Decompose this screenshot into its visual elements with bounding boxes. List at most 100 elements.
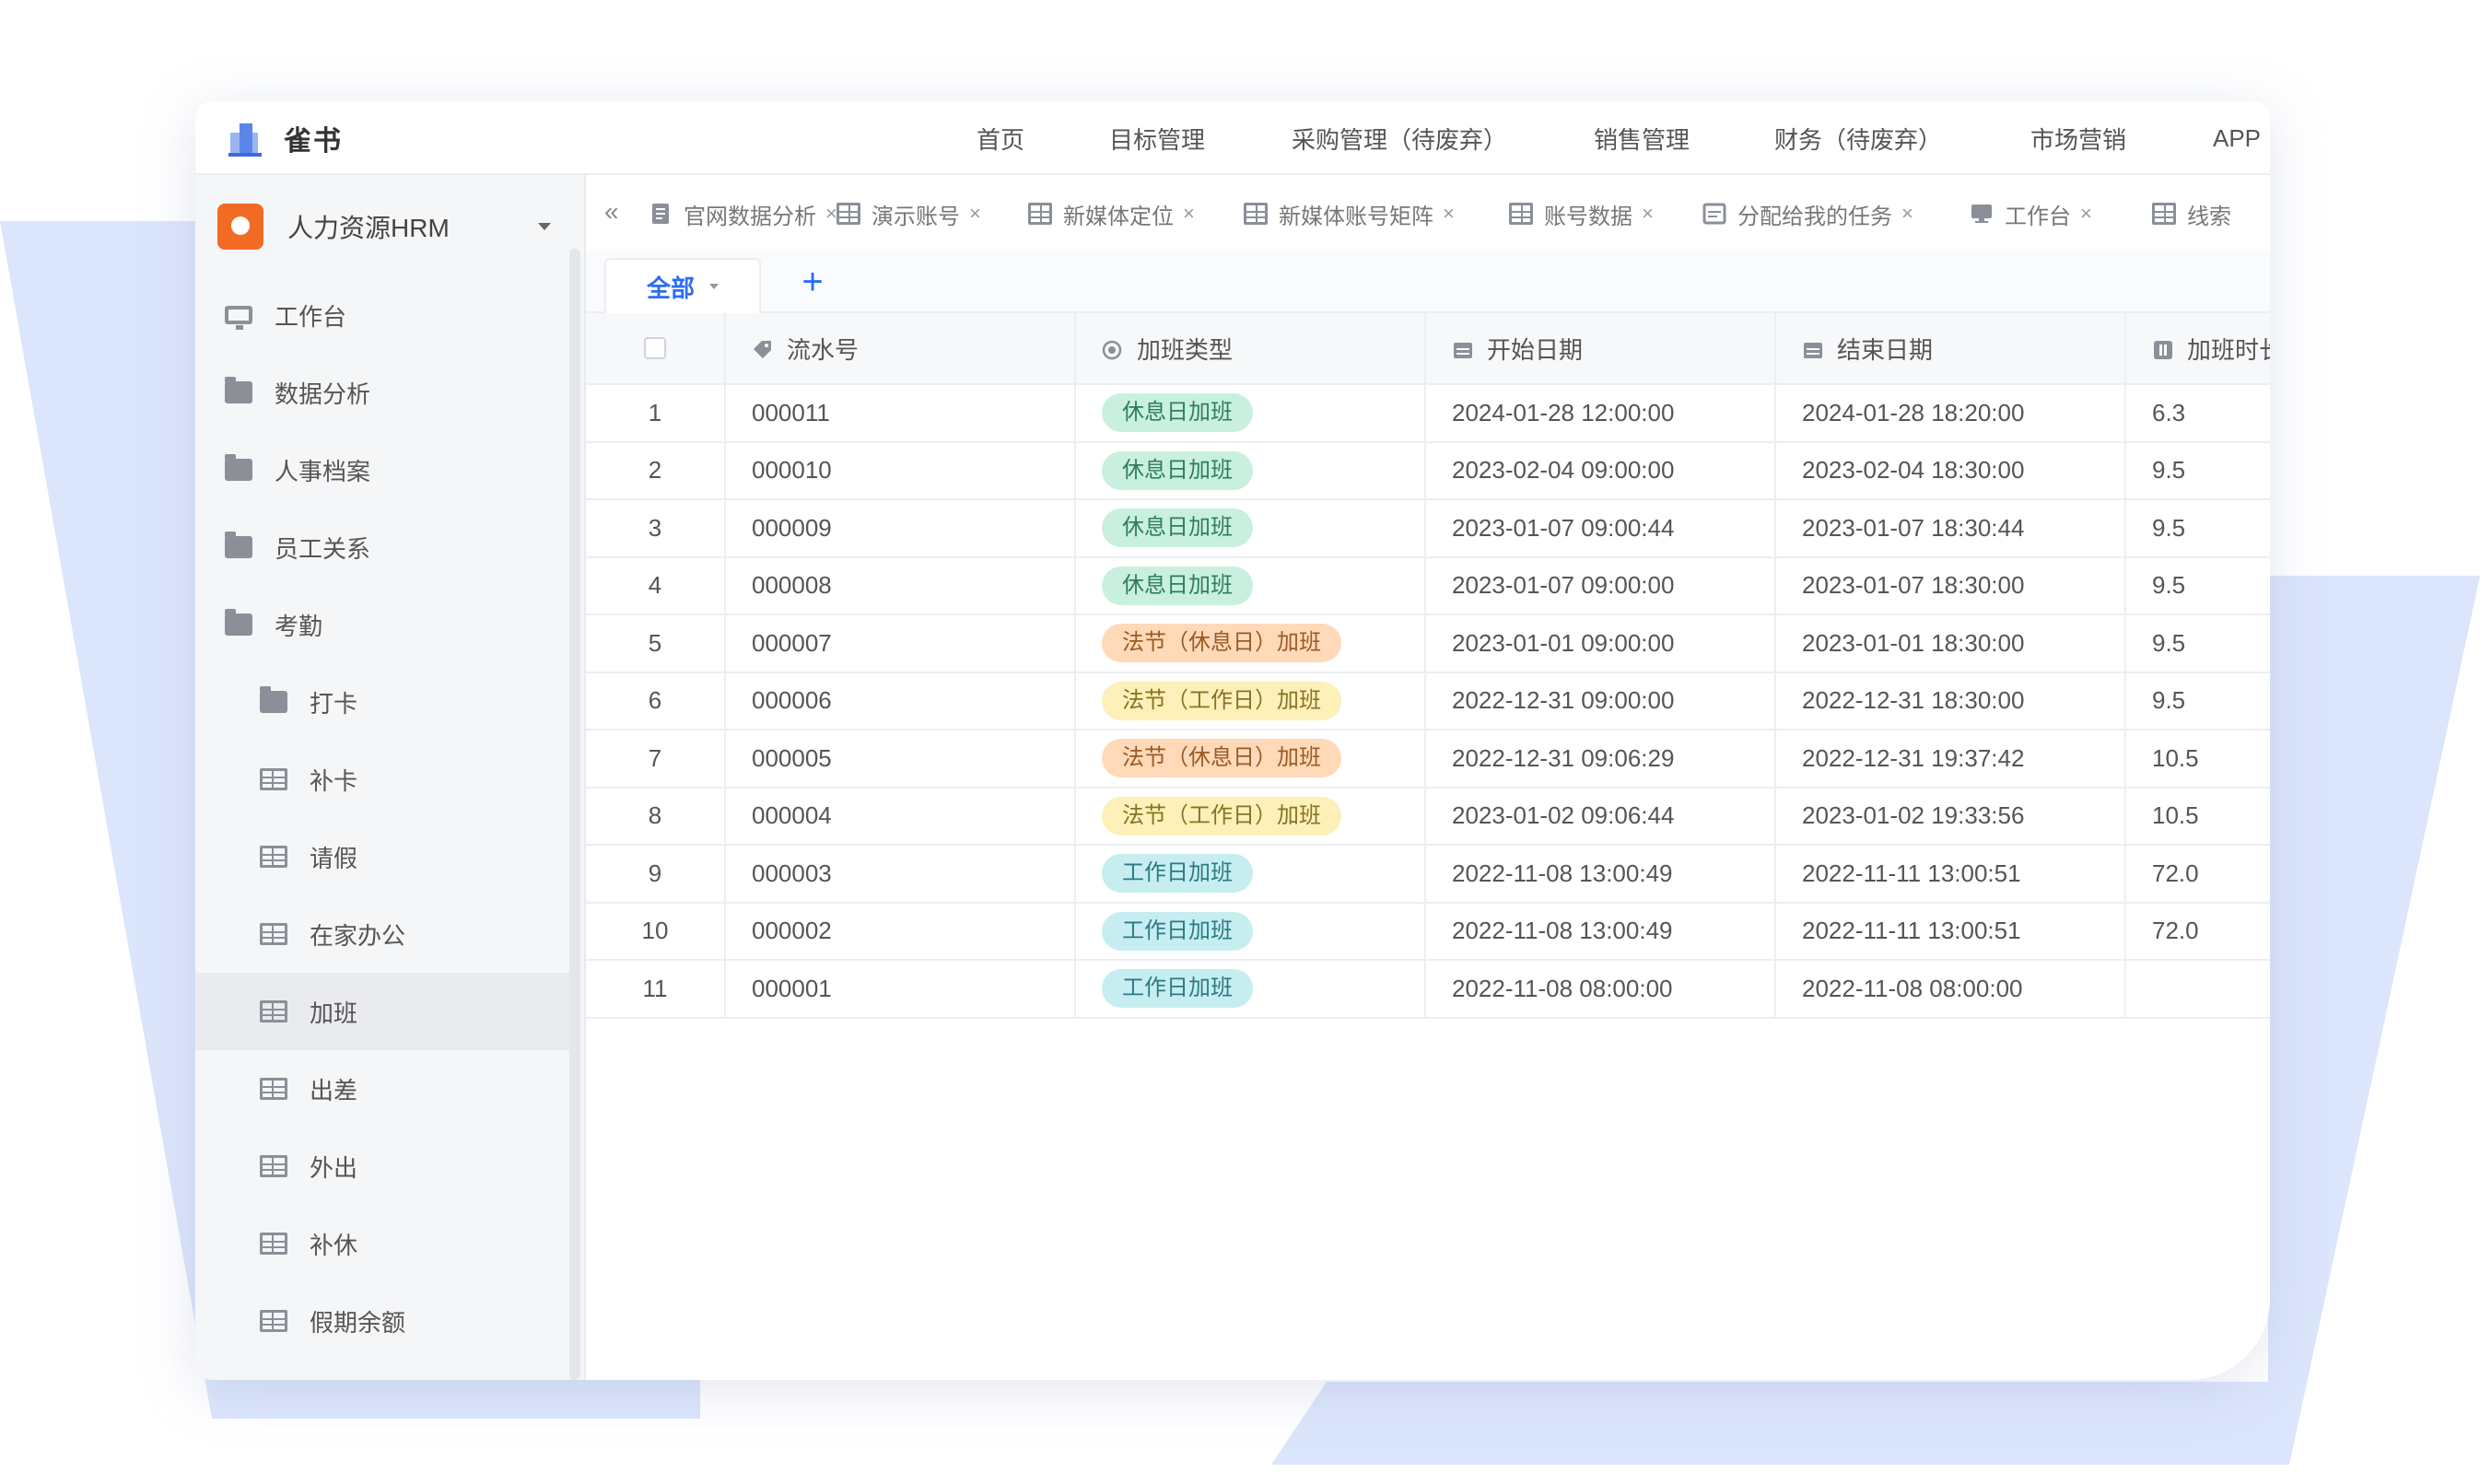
cell-serial[interactable]: 000007	[726, 615, 1076, 672]
collapse-tabs-icon[interactable]: «	[604, 197, 619, 227]
sidebar-item-going-out[interactable]: 外出	[195, 1128, 569, 1205]
cell-type[interactable]: 法节（休息日）加班	[1076, 615, 1426, 672]
cell-end-date[interactable]: 2023-01-07 18:30:44	[1776, 500, 2126, 556]
cell-type[interactable]: 工作日加班	[1076, 846, 1426, 902]
tab-workbench[interactable]: 工作台 ×	[1970, 199, 2092, 229]
sidebar-item-attendance[interactable]: 考勤	[195, 586, 569, 663]
cell-start-date[interactable]: 2022-12-31 09:00:00	[1426, 672, 1776, 729]
cell-hours[interactable]	[2126, 961, 2270, 1017]
sidebar-item-clock-in[interactable]: 打卡	[195, 663, 569, 741]
app-switcher[interactable]: 人力资源HRM	[217, 201, 558, 252]
cell-serial[interactable]: 000005	[726, 730, 1076, 787]
sidebar-item-work-from-home[interactable]: 在家办公	[195, 895, 569, 973]
cell-hours[interactable]: 6.3	[2126, 385, 2270, 441]
table-row[interactable]: 11 000001 工作日加班 2022-11-08 08:00:00 2022-11-…	[586, 961, 2270, 1019]
sidebar-scrollbar[interactable]	[569, 249, 580, 1380]
cell-type[interactable]: 法节（工作日）加班	[1076, 788, 1426, 844]
table-row[interactable]: 10 000002 工作日加班 2022-11-08 13:00:49 2022-11-…	[586, 903, 2270, 961]
close-icon[interactable]: ×	[1443, 202, 1455, 226]
tab-my-tasks[interactable]: 分配给我的任务 ×	[1702, 199, 1913, 229]
cell-hours[interactable]: 10.5	[2126, 730, 2270, 787]
table-row[interactable]: 4 000008 休息日加班 2023-01-07 09:00:00 2023-01-0…	[586, 557, 2270, 615]
column-header-serial[interactable]: 流水号	[726, 313, 1076, 383]
topnav-sales[interactable]: 销售管理	[1594, 122, 1690, 156]
sidebar-item-data-analysis[interactable]: 数据分析	[195, 354, 569, 431]
close-icon[interactable]: ×	[1901, 202, 1913, 226]
close-icon[interactable]: ×	[969, 202, 981, 226]
cell-serial[interactable]: 000003	[726, 846, 1076, 902]
column-header-end-date[interactable]: 结束日期	[1776, 313, 2126, 383]
cell-start-date[interactable]: 2024-01-28 12:00:00	[1426, 385, 1776, 441]
table-row[interactable]: 9 000003 工作日加班 2022-11-08 13:00:49 2022-11-1…	[586, 846, 2270, 904]
cell-serial[interactable]: 000004	[726, 788, 1076, 844]
cell-hours[interactable]: 9.5	[2126, 615, 2270, 672]
table-row[interactable]: 2 000010 休息日加班 2023-02-04 09:00:00 2023-02-0…	[586, 442, 2270, 500]
close-icon[interactable]: ×	[2080, 202, 2092, 226]
table-row[interactable]: 1 000011 休息日加班 2024-01-28 12:00:00 2024-01-2…	[586, 385, 2270, 443]
column-header-hours[interactable]: 加班时长	[2126, 313, 2270, 383]
cell-start-date[interactable]: 2023-01-07 09:00:00	[1426, 557, 1776, 613]
select-all-checkbox[interactable]	[644, 337, 666, 359]
cell-type[interactable]: 休息日加班	[1076, 557, 1426, 613]
tab-account-data[interactable]: 账号数据 ×	[1509, 199, 1654, 229]
cell-type[interactable]: 休息日加班	[1076, 385, 1426, 441]
cell-serial[interactable]: 000008	[726, 557, 1076, 613]
table-row[interactable]: 8 000004 法节（工作日）加班 2023-01-02 09:06:44 2023-…	[586, 788, 2270, 846]
cell-start-date[interactable]: 2023-02-04 09:00:00	[1426, 442, 1776, 498]
topnav-app[interactable]: APP	[2213, 124, 2261, 153]
cell-start-date[interactable]: 2022-12-31 09:06:29	[1426, 730, 1776, 787]
cell-type[interactable]: 工作日加班	[1076, 961, 1426, 1017]
tab-leads[interactable]: 线索	[2152, 199, 2231, 229]
tab-new-media-positioning[interactable]: 新媒体定位 ×	[1028, 199, 1195, 229]
cell-end-date[interactable]: 2022-11-08 08:00:00	[1776, 961, 2126, 1017]
topnav-finance[interactable]: 财务（待废弃）	[1774, 122, 1942, 156]
sidebar-item-overtime[interactable]: 加班	[195, 973, 569, 1050]
cell-end-date[interactable]: 2022-12-31 19:37:42	[1776, 730, 2126, 787]
table-row[interactable]: 3 000009 休息日加班 2023-01-07 09:00:44 2023-01-0…	[586, 500, 2270, 558]
cell-type[interactable]: 工作日加班	[1076, 903, 1426, 959]
column-header-start-date[interactable]: 开始日期	[1426, 313, 1776, 383]
cell-end-date[interactable]: 2023-01-01 18:30:00	[1776, 615, 2126, 672]
tab-demo-accounts[interactable]: 演示账号 ×	[836, 199, 981, 229]
cell-hours[interactable]: 72.0	[2126, 846, 2270, 902]
sidebar-item-comp-leave[interactable]: 补休	[195, 1205, 569, 1282]
cell-serial[interactable]: 000011	[726, 385, 1076, 441]
cell-hours[interactable]: 72.0	[2126, 904, 2270, 960]
cell-start-date[interactable]: 2022-11-08 08:00:00	[1426, 961, 1776, 1017]
sidebar-item-leave[interactable]: 请假	[195, 818, 569, 895]
cell-end-date[interactable]: 2022-11-11 13:00:51	[1776, 846, 2126, 902]
cell-hours[interactable]: 9.5	[2126, 443, 2270, 499]
cell-start-date[interactable]: 2022-11-08 13:00:49	[1426, 846, 1776, 902]
cell-start-date[interactable]: 2022-11-08 13:00:49	[1426, 903, 1776, 959]
cell-type[interactable]: 休息日加班	[1076, 442, 1426, 498]
close-icon[interactable]: ×	[825, 202, 837, 226]
cell-serial[interactable]: 000006	[726, 672, 1076, 729]
topnav-purchasing[interactable]: 采购管理（待废弃）	[1292, 122, 1507, 156]
sidebar-item-leave-balance[interactable]: 假期余额	[195, 1282, 569, 1360]
table-row[interactable]: 6 000006 法节（工作日）加班 2022-12-31 09:00:00 2022-…	[586, 672, 2270, 730]
cell-start-date[interactable]: 2023-01-01 09:00:00	[1426, 615, 1776, 672]
sidebar-item-personnel-files[interactable]: 人事档案	[195, 431, 569, 508]
cell-end-date[interactable]: 2022-12-31 18:30:00	[1776, 672, 2126, 729]
table-row[interactable]: 7 000005 法节（休息日）加班 2022-12-31 09:06:29 2022-…	[586, 730, 2270, 789]
topnav-marketing[interactable]: 市场营销	[2030, 122, 2126, 156]
sidebar-item-business-trip[interactable]: 出差	[195, 1050, 569, 1128]
cell-serial[interactable]: 000002	[726, 903, 1076, 959]
sidebar-item-workbench[interactable]: 工作台	[195, 276, 569, 354]
sidebar-item-missed-clock[interactable]: 补卡	[195, 741, 569, 818]
cell-end-date[interactable]: 2023-02-04 18:30:00	[1776, 442, 2126, 498]
topnav-home[interactable]: 首页	[977, 122, 1024, 156]
cell-end-date[interactable]: 2023-01-02 19:33:56	[1776, 788, 2126, 844]
cell-serial[interactable]: 000010	[726, 442, 1076, 498]
tab-new-media-matrix[interactable]: 新媒体账号矩阵 ×	[1244, 199, 1455, 229]
cell-hours[interactable]: 10.5	[2126, 789, 2270, 845]
add-view-button[interactable]: +	[794, 260, 831, 304]
cell-start-date[interactable]: 2023-01-02 09:06:44	[1426, 788, 1776, 844]
close-icon[interactable]: ×	[1642, 202, 1654, 226]
cell-type[interactable]: 法节（工作日）加班	[1076, 672, 1426, 729]
close-icon[interactable]: ×	[1183, 202, 1195, 226]
cell-end-date[interactable]: 2022-11-11 13:00:51	[1776, 903, 2126, 959]
cell-end-date[interactable]: 2023-01-07 18:30:00	[1776, 557, 2126, 613]
cell-type[interactable]: 休息日加班	[1076, 500, 1426, 556]
column-header-type[interactable]: 加班类型	[1076, 313, 1426, 383]
